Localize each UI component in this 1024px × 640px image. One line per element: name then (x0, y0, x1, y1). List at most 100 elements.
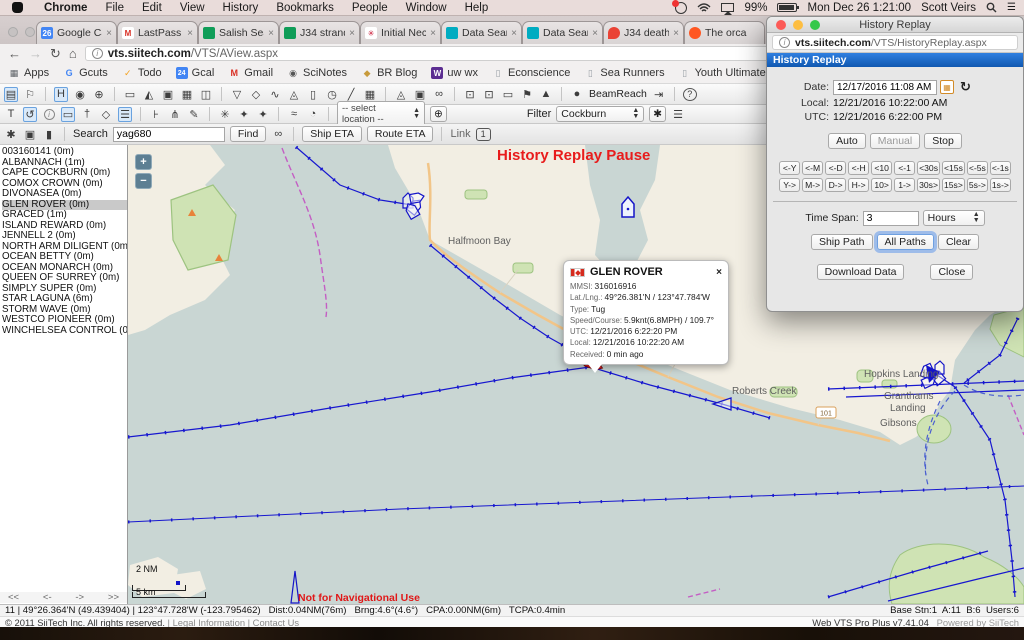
menubar-user[interactable]: Scott Veirs (921, 2, 976, 14)
refresh-icon[interactable]: ↻ (960, 79, 971, 95)
menu-bookmarks[interactable]: Bookmarks (267, 2, 343, 14)
fuel-icon[interactable]: ▮ (42, 127, 56, 142)
alert-bell-icon[interactable]: ◬ (394, 87, 408, 102)
tooltip-balloon-icon[interactable]: ▭ (61, 107, 75, 122)
vessel-row-selected[interactable]: GLEN ROVER (0m) (2, 200, 127, 211)
step-fwd-hour[interactable]: H-> (848, 178, 869, 192)
step-fwd-year[interactable]: Y-> (779, 178, 800, 192)
tab-close-icon[interactable]: × (430, 28, 436, 39)
tab-initial-necr[interactable]: ✳ Initial Necr× (360, 21, 441, 44)
lamp2-icon[interactable]: ✦ (256, 107, 270, 122)
wifi-icon[interactable] (697, 3, 711, 13)
vessel-row[interactable]: OCEAN MONARCH (0m) (2, 263, 127, 274)
step-fwd-15s[interactable]: 15s> (942, 178, 965, 192)
bookmark-todo[interactable]: ✓Todo (122, 67, 162, 79)
stop-button[interactable]: Stop (924, 133, 962, 149)
page-info-icon[interactable]: i (779, 37, 790, 48)
ship-eta-button[interactable]: Ship ETA (302, 126, 362, 142)
filter-settings-button[interactable]: ✱ (649, 106, 666, 122)
tab-close-icon[interactable]: × (106, 28, 112, 39)
step-fwd-5s[interactable]: 5s-> (967, 178, 988, 192)
filter-list-icon[interactable]: ☰ (671, 107, 685, 122)
filter-select[interactable]: Cockburn▲▼ (556, 106, 644, 122)
binoculars-icon[interactable]: ∞ (271, 127, 285, 142)
layers-icon[interactable]: ▤ (4, 87, 18, 102)
lamp-icon[interactable]: ✦ (237, 107, 251, 122)
menu-people[interactable]: People (343, 2, 397, 14)
menu-edit[interactable]: Edit (133, 2, 171, 14)
popup-omnibox[interactable]: i vts.siitech.com/VTS/HistoryReplay.aspx (772, 35, 1018, 50)
vessel-row[interactable]: JENNELL 2 (0m) (2, 231, 127, 242)
vessel-row[interactable]: WESTCO PIONEER (0m) (2, 315, 127, 326)
user-account-label[interactable]: BeamReach (589, 88, 647, 100)
satellite-globe-icon[interactable]: ◉ (73, 87, 87, 102)
pin-icon[interactable]: † (80, 107, 94, 122)
step-fwd-day[interactable]: D-> (825, 178, 846, 192)
spotlight-search-icon[interactable] (986, 2, 997, 13)
bookmark-youth-ultimate[interactable]: ▯Youth Ultimate (679, 67, 766, 79)
clear-button[interactable]: Clear (938, 234, 979, 250)
page-info-icon[interactable]: i (92, 48, 103, 59)
gauge-icon[interactable]: ◔ (306, 107, 320, 122)
vessel-row[interactable]: DIVONASEA (0m) (2, 189, 127, 200)
step-back-hour[interactable]: <-H (848, 161, 869, 175)
vessel-row[interactable]: ALBANNACH (1m) (2, 158, 127, 169)
route-path-icon[interactable]: ∿ (268, 87, 282, 102)
step-back-1min[interactable]: <-1 (894, 161, 915, 175)
link-button[interactable]: Link (450, 128, 470, 140)
tab-close-icon[interactable]: × (673, 28, 679, 39)
step-back-10min[interactable]: <10 (871, 161, 892, 175)
step-fwd-month[interactable]: M-> (802, 178, 823, 192)
pager-prev[interactable]: <- (43, 592, 52, 603)
hybrid-map-icon[interactable]: H (54, 87, 68, 102)
tab-close-icon[interactable]: × (592, 28, 598, 39)
step-back-month[interactable]: <-M (802, 161, 823, 175)
chart-graph-icon[interactable]: ≈ (287, 107, 301, 122)
tab-the-orca[interactable]: The orca (684, 21, 765, 44)
alarm-bell-icon[interactable]: ◬ (287, 87, 301, 102)
step-back-5s[interactable]: <-5s (967, 161, 988, 175)
zoom-in-button[interactable]: + (135, 154, 152, 170)
bookmark-econscience[interactable]: ▯Econscience (492, 67, 570, 79)
app-update-icon[interactable] (675, 2, 687, 14)
target-box-icon[interactable]: ⊡ (463, 87, 477, 102)
menubar-clock[interactable]: Mon Dec 26 1:21:00 (807, 2, 911, 14)
split-view-icon[interactable]: ◫ (199, 87, 213, 102)
history-replay-window[interactable]: History Replay i vts.siitech.com/VTS/His… (766, 16, 1024, 312)
step-fwd-1s[interactable]: 1s-> (990, 178, 1011, 192)
tab-close-icon[interactable]: × (268, 28, 274, 39)
step-back-year[interactable]: <-Y (779, 161, 800, 175)
help-icon[interactable]: ? (683, 88, 697, 101)
popup-close-icon[interactable]: × (716, 267, 722, 278)
vessel-row[interactable]: STAR LAGUNA (6m) (2, 294, 127, 305)
tab-close-icon[interactable]: × (511, 28, 517, 39)
overview-map-icon[interactable]: ◭ (142, 87, 156, 102)
bookmark-uw-wx[interactable]: Wuw wx (431, 67, 478, 79)
vessel-row[interactable]: GRACED (1m) (2, 210, 127, 221)
range-marker-icon[interactable]: ⊦ (149, 107, 163, 122)
step-back-30s[interactable]: <30s (917, 161, 940, 175)
download-data-button[interactable]: Download Data (817, 264, 905, 280)
ship-path-button[interactable]: Ship Path (811, 234, 873, 250)
bookmark-gmail[interactable]: MGmail (228, 67, 273, 79)
all-paths-button[interactable]: All Paths (877, 234, 934, 250)
filter-funnel-icon[interactable]: ▽ (230, 87, 244, 102)
trend-line-icon[interactable]: ╱ (344, 87, 358, 102)
step-back-15s[interactable]: <15s (942, 161, 965, 175)
vessel-row[interactable]: SIMPLY SUPER (0m) (2, 284, 127, 295)
tab-data-search-1[interactable]: Data Searc× (441, 21, 522, 44)
goto-location-button[interactable]: ⊕ (430, 106, 447, 122)
documents-icon[interactable]: ▣ (413, 87, 427, 102)
vessel-row[interactable]: WINCHELSEA CONTROL (0m) (2, 326, 127, 337)
notification-center-icon[interactable]: ☰ (1007, 2, 1016, 13)
close-button[interactable]: Close (930, 264, 973, 280)
warning-triangle-icon[interactable]: ▲ (539, 87, 553, 102)
vessel-row[interactable]: COMOX CROWN (0m) (2, 179, 127, 190)
voyage-recorder-icon[interactable]: ∞ (432, 87, 446, 102)
flag-tool-icon[interactable]: ⚐ (23, 87, 37, 102)
tab-lastpass[interactable]: M LastPass V× (117, 21, 198, 44)
find-button[interactable]: Find (230, 126, 266, 142)
vessel-row[interactable]: STORM WAVE (0m) (2, 305, 127, 316)
route-eta-button[interactable]: Route ETA (367, 126, 434, 142)
menu-history[interactable]: History (214, 2, 268, 14)
